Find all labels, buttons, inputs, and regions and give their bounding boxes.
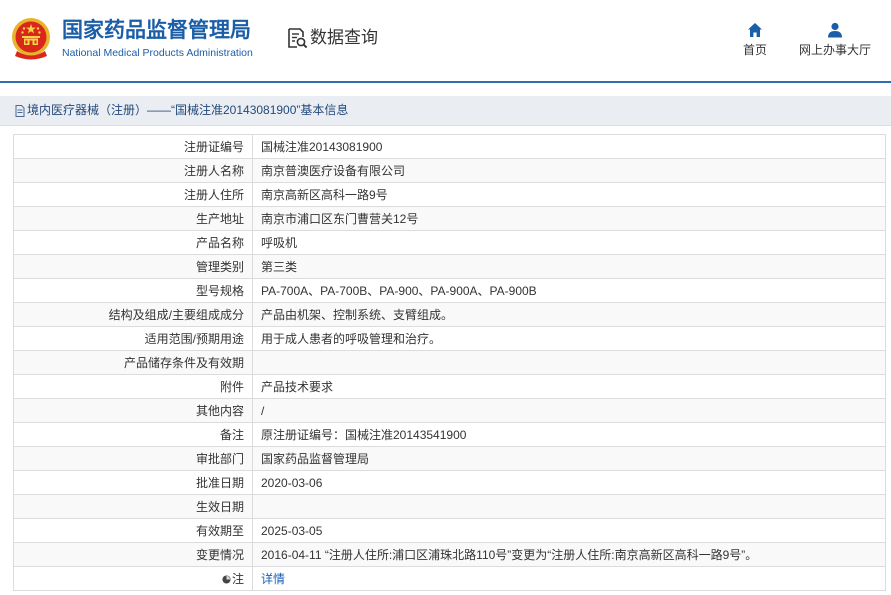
remarks-value: 原注册证编号：国械注准20143541900: [252, 422, 886, 447]
scope-intended-use-label: 适用范围/预期用途: [13, 326, 253, 351]
row-approval-department: 审批部门 国家药品监督管理局: [13, 446, 886, 471]
product-name-value: 呼吸机: [252, 230, 886, 255]
nav-home-label: 首页: [742, 43, 767, 57]
storage-conditions-label: 产品储存条件及有效期: [13, 350, 253, 375]
row-scope-intended-use: 适用范围/预期用途 用于成人患者的呼吸管理和治疗。: [13, 326, 886, 351]
registrant-name-label: 注册人名称: [13, 158, 253, 183]
approval-department-value: 国家药品监督管理局: [252, 446, 886, 471]
registration-detail-table: 注册证编号 国械注准20143081900 注册人名称 南京普澳医疗设备有限公司…: [13, 134, 886, 591]
note-value-cell: 详情: [252, 566, 886, 591]
row-attachments: 附件 产品技术要求: [13, 374, 886, 399]
note-label: 注: [231, 571, 244, 586]
row-other-content: 其他内容 /: [13, 398, 886, 423]
row-storage-conditions: 产品储存条件及有效期: [13, 350, 886, 375]
nav-online-service-hall-label: 网上办事大厅: [798, 43, 871, 57]
scope-intended-use-value: 用于成人患者的呼吸管理和治疗。: [252, 326, 886, 351]
change-history-label: 变更情况: [13, 542, 253, 567]
storage-conditions-value: [252, 350, 886, 375]
model-spec-label: 型号规格: [13, 278, 253, 303]
other-content-value: /: [252, 398, 886, 423]
nav-home[interactable]: 首页: [715, 20, 795, 64]
note-bullet-icon: [222, 574, 231, 584]
registrant-name-value: 南京普澳医疗设备有限公司: [252, 158, 886, 183]
org-name-en: National Medical Products Administration: [62, 47, 253, 59]
row-model-spec: 型号规格 PA-700A、PA-700B、PA-900、PA-900A、PA-9…: [13, 278, 886, 303]
row-registration-number: 注册证编号 国械注准20143081900: [13, 134, 886, 159]
approval-department-label: 审批部门: [13, 446, 253, 471]
row-management-category: 管理类别 第三类: [13, 254, 886, 279]
document-icon: [15, 105, 25, 117]
row-remarks: 备注 原注册证编号：国械注准20143541900: [13, 422, 886, 447]
row-structure-composition: 结构及组成/主要组成成分 产品由机架、控制系统、支臂组成。: [13, 302, 886, 327]
org-name-cn: 国家药品监督管理局: [62, 19, 251, 42]
row-change-history: 变更情况 2016-04-11 “注册人住所:浦口区浦珠北路110号”变更为“注…: [13, 542, 886, 567]
model-spec-value: PA-700A、PA-700B、PA-900、PA-900A、PA-900B: [252, 278, 886, 303]
details-link[interactable]: 详情: [261, 572, 285, 586]
row-note: 注 详情: [13, 566, 886, 591]
row-registrant-address: 注册人住所 南京高新区高科一路9号: [13, 182, 886, 207]
data-query-icon: [288, 28, 308, 49]
national-emblem-icon: [12, 18, 50, 60]
structure-composition-value: 产品由机架、控制系统、支臂组成。: [252, 302, 886, 327]
registration-number-label: 注册证编号: [13, 134, 253, 159]
remarks-label: 备注: [13, 422, 253, 447]
section-title: 数据查询: [310, 28, 378, 47]
effective-date-value: [252, 494, 886, 519]
site-header: 国家药品监督管理局 National Medical Products Admi…: [0, 0, 891, 83]
row-product-name: 产品名称 呼吸机: [13, 230, 886, 255]
approval-date-value: 2020-03-06: [252, 470, 886, 495]
row-effective-date: 生效日期: [13, 494, 886, 519]
product-name-label: 产品名称: [13, 230, 253, 255]
user-icon: [828, 22, 842, 38]
production-address-value: 南京市浦口区东门曹营关12号: [252, 206, 886, 231]
home-icon: [748, 23, 762, 37]
breadcrumb: 境内医疗器械（注册）——“国械注准20143081900”基本信息: [0, 96, 891, 126]
note-label-cell: 注: [13, 566, 253, 591]
attachments-value: 产品技术要求: [252, 374, 886, 399]
registrant-address-value: 南京高新区高科一路9号: [252, 182, 886, 207]
site-logo-link[interactable]: 国家药品监督管理局 National Medical Products Admi…: [8, 12, 260, 64]
nav-online-service-hall[interactable]: 网上办事大厅: [795, 20, 875, 64]
header-divider: [0, 81, 891, 83]
expiry-date-value: 2025-03-05: [252, 518, 886, 543]
change-history-value: 2016-04-11 “注册人住所:浦口区浦珠北路110号”变更为“注册人住所:…: [252, 542, 886, 567]
breadcrumb-text: 境内医疗器械（注册）——“国械注准20143081900”基本信息: [27, 103, 349, 117]
expiry-date-label: 有效期至: [13, 518, 253, 543]
row-registrant-name: 注册人名称 南京普澳医疗设备有限公司: [13, 158, 886, 183]
row-production-address: 生产地址 南京市浦口区东门曹营关12号: [13, 206, 886, 231]
other-content-label: 其他内容: [13, 398, 253, 423]
effective-date-label: 生效日期: [13, 494, 253, 519]
registration-number-value: 国械注准20143081900: [252, 134, 886, 159]
management-category-value: 第三类: [252, 254, 886, 279]
attachments-label: 附件: [13, 374, 253, 399]
production-address-label: 生产地址: [13, 206, 253, 231]
management-category-label: 管理类别: [13, 254, 253, 279]
approval-date-label: 批准日期: [13, 470, 253, 495]
row-approval-date: 批准日期 2020-03-06: [13, 470, 886, 495]
registrant-address-label: 注册人住所: [13, 182, 253, 207]
row-expiry-date: 有效期至 2025-03-05: [13, 518, 886, 543]
structure-composition-label: 结构及组成/主要组成成分: [13, 302, 253, 327]
